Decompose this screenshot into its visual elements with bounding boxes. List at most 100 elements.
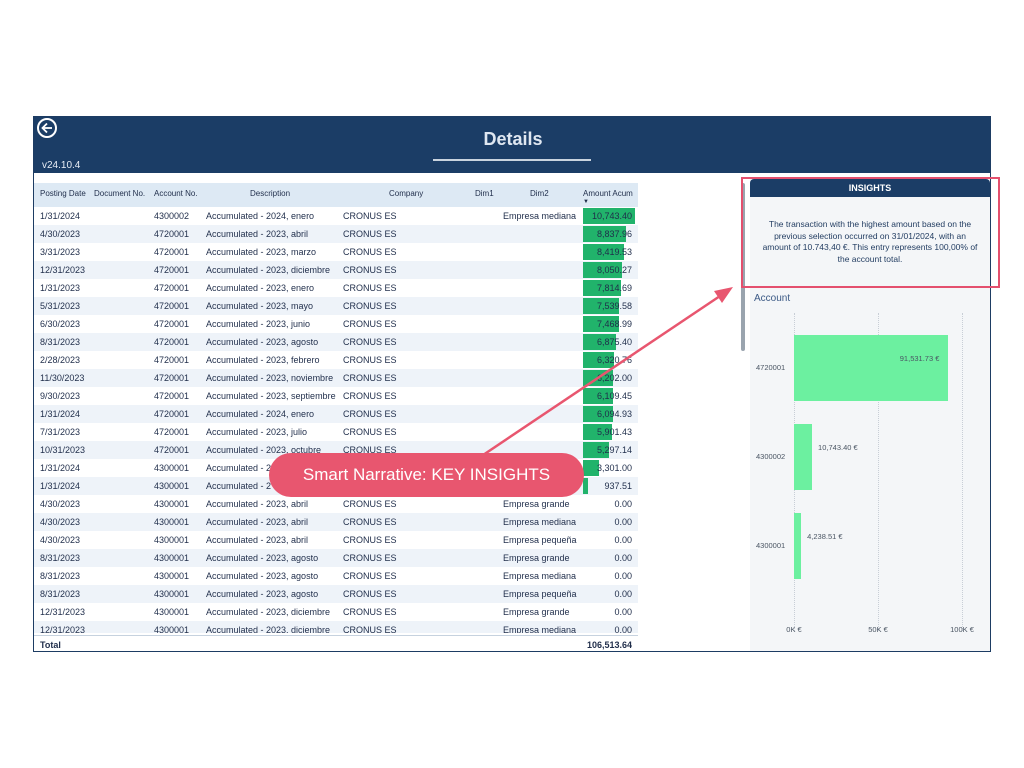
table-row[interactable]: 12/31/2023 4300001 Accumulated - 2023, dic…: [34, 603, 638, 621]
table-row[interactable]: 1/31/2024 4720001 Accumulated - 2024, ener…: [34, 405, 638, 423]
cell-amount: 10,743.40: [583, 208, 635, 224]
table-row[interactable]: 12/31/2023 4720001 Accumulated - 2023, dic…: [34, 261, 638, 279]
table-row[interactable]: 1/31/2023 4720001 Accumulated - 2023, ener…: [34, 279, 638, 297]
cell-amount: 8,050.27: [583, 262, 635, 278]
table-row[interactable]: 8/31/2023 4300001 Accumulated - 2023, agos…: [34, 585, 638, 603]
cell-description: Accumulated - 2023, julio: [206, 427, 308, 437]
table-row[interactable]: 11/30/2023 4720001 Accumulated - 2023, nov…: [34, 369, 638, 387]
cell-amount: 0.00: [583, 586, 635, 602]
cell-description: Accumulated - 2023, diciembre: [206, 625, 331, 633]
table-body: 1/31/2024 4300002 Accumulated - 2024, ener…: [34, 207, 638, 633]
annotation-callout: Smart Narrative: KEY INSIGHTS: [269, 453, 584, 497]
table-row[interactable]: 2/28/2023 4720001 Accumulated - 2023, febr…: [34, 351, 638, 369]
cell-description: Accumulated - 2023, enero: [206, 283, 315, 293]
cell-description: Accumulated - 2023, septiembre: [206, 391, 336, 401]
cell-company: CRONUS ES: [343, 499, 397, 509]
cell-company: CRONUS ES: [343, 625, 397, 633]
cell-company: CRONUS ES: [343, 517, 397, 527]
column-header-description[interactable]: Description: [250, 183, 290, 207]
cell-company: CRONUS ES: [343, 355, 397, 365]
table-row[interactable]: 7/31/2023 4720001 Accumulated - 2023, juli…: [34, 423, 638, 441]
cell-amount: 7,814.69: [583, 280, 635, 296]
account-bar-chart: 0K € 50K € 100K € 4720001 91,531.73 € 4300002…: [750, 307, 990, 651]
column-header-dim1[interactable]: Dim1: [475, 183, 494, 207]
cell-posting-date: 12/31/2023: [40, 607, 86, 617]
table-row[interactable]: 9/30/2023 4720001 Accumulated - 2023, sept…: [34, 387, 638, 405]
table-row[interactable]: 8/31/2023 4300001 Accumulated - 2023, agos…: [34, 549, 638, 567]
cell-posting-date: 8/31/2023: [40, 589, 81, 599]
cell-company: CRONUS ES: [343, 553, 397, 563]
amount-value: 937.51: [604, 481, 632, 491]
table-row[interactable]: 4/30/2023 4300001 Accumulated - 2023, abri…: [34, 495, 638, 513]
cell-posting-date: 10/31/2023: [40, 445, 86, 455]
cell-company: CRONUS ES: [343, 337, 397, 347]
column-header-posting-date[interactable]: Posting Date: [40, 183, 86, 207]
cell-dim2: Empresa grande: [503, 607, 570, 617]
cell-account-no: 4300002: [154, 211, 190, 221]
cell-posting-date: 5/31/2023: [40, 301, 81, 311]
cell-company: CRONUS ES: [343, 589, 397, 599]
table-row[interactable]: 1/31/2024 4300002 Accumulated - 2024, ener…: [34, 207, 638, 225]
column-header-company[interactable]: Company: [389, 183, 423, 207]
cell-company: CRONUS ES: [343, 391, 397, 401]
category-label: 4300002: [756, 452, 786, 461]
cell-dim2: Empresa grande: [503, 499, 570, 509]
table-row[interactable]: 8/31/2023 4300001 Accumulated - 2023, agos…: [34, 567, 638, 585]
cell-company: CRONUS ES: [343, 607, 397, 617]
cell-posting-date: 1/31/2024: [40, 211, 81, 221]
column-header-account-no[interactable]: Account No.: [154, 183, 198, 207]
column-header-document-no[interactable]: Document No.: [94, 183, 145, 207]
amount-value: 0.00: [614, 553, 632, 563]
cell-account-no: 4300001: [154, 607, 190, 617]
cell-amount: 0.00: [583, 604, 635, 620]
table-row[interactable]: 6/30/2023 4720001 Accumulated - 2023, juni…: [34, 315, 638, 333]
cell-posting-date: 8/31/2023: [40, 571, 81, 581]
table-row[interactable]: 4/30/2023 4300001 Accumulated - 2023, abri…: [34, 513, 638, 531]
cell-company: CRONUS ES: [343, 571, 397, 581]
cell-description: Accumulated - 2024, enero: [206, 409, 315, 419]
amount-value: 6,320.76: [596, 355, 632, 365]
cell-amount: 6,202.00: [583, 370, 635, 386]
cell-account-no: 4300001: [154, 463, 190, 473]
cell-posting-date: 1/31/2024: [40, 481, 81, 491]
report-header: v24.10.4 Details: [34, 117, 990, 173]
amount-value: 8,419.53: [596, 247, 632, 257]
cell-dim2: Empresa mediana: [503, 517, 577, 527]
table-row[interactable]: 4/30/2023 4300001 Accumulated - 2023, abri…: [34, 531, 638, 549]
cell-company: CRONUS ES: [343, 229, 397, 239]
cell-amount: 0.00: [583, 622, 635, 633]
amount-value: 6,875.40: [596, 337, 632, 347]
cell-account-no: 4720001: [154, 409, 190, 419]
cell-posting-date: 4/30/2023: [40, 517, 81, 527]
amount-value: 8,837.96: [596, 229, 632, 239]
table-row[interactable]: 8/31/2023 4720001 Accumulated - 2023, agos…: [34, 333, 638, 351]
category-label: 4720001: [756, 363, 786, 372]
table-row[interactable]: 5/31/2023 4720001 Accumulated - 2023, mayo…: [34, 297, 638, 315]
amount-value: 0.00: [614, 499, 632, 509]
cell-company: CRONUS ES: [343, 247, 397, 257]
cell-amount: 6,320.76: [583, 352, 635, 368]
cell-posting-date: 1/31/2023: [40, 283, 81, 293]
details-table: Posting Date Document No. Account No. De…: [34, 183, 638, 651]
cell-posting-date: 4/30/2023: [40, 535, 81, 545]
cell-posting-date: 4/30/2023: [40, 499, 81, 509]
account-bar[interactable]: [794, 424, 813, 490]
column-header-amount-acum[interactable]: Amount Acum: [583, 183, 633, 207]
column-header-dim2[interactable]: Dim2: [530, 183, 549, 207]
account-bar[interactable]: [794, 335, 948, 401]
x-tick-label: 100K €: [950, 625, 974, 634]
total-value: 106,513.64: [587, 640, 633, 650]
cell-amount: 7,468.99: [583, 316, 635, 332]
cell-description: Accumulated - 2023, junio: [206, 319, 311, 329]
cell-amount: 0.00: [583, 514, 635, 530]
total-row: Total 106,513.64: [34, 635, 638, 651]
cell-account-no: 4720001: [154, 319, 190, 329]
account-bar[interactable]: [794, 513, 802, 579]
cell-description: Accumulated - 2023, agosto: [206, 589, 319, 599]
cell-amount: 8,419.53: [583, 244, 635, 260]
cell-description: Accumulated - 2023, mayo: [206, 301, 314, 311]
table-row[interactable]: 12/31/2023 4300001 Accumulated - 2023, dic…: [34, 621, 638, 633]
table-row[interactable]: 4/30/2023 4720001 Accumulated - 2023, abri…: [34, 225, 638, 243]
table-row[interactable]: 3/31/2023 4720001 Accumulated - 2023, marz…: [34, 243, 638, 261]
amount-value: 6,202.00: [596, 373, 632, 383]
